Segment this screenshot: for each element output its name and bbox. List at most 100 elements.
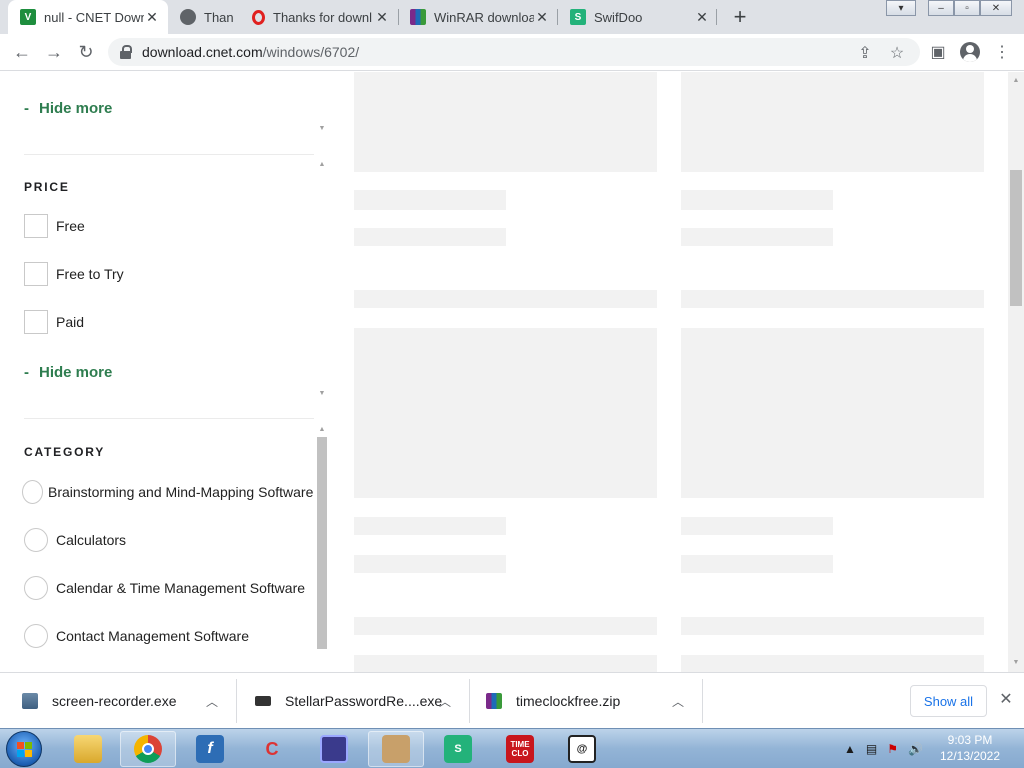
download-item[interactable]: screen-recorder.exe ︿ — [22, 673, 236, 729]
close-icon[interactable]: ✕ — [534, 9, 550, 25]
tab-cnet[interactable]: V null - CNET Down ✕ — [8, 0, 168, 34]
ccleaner-icon[interactable]: C — [244, 731, 300, 767]
collapse-dash-icon: - — [24, 364, 29, 381]
scrollbar-thumb[interactable] — [1010, 170, 1022, 306]
network-icon[interactable]: ▤ — [866, 742, 877, 756]
page-scrollbar[interactable]: ▲ ▼ — [1008, 72, 1024, 672]
show-all-button[interactable]: Show all — [910, 685, 987, 717]
scrollbar-thumb[interactable] — [317, 437, 327, 649]
bookmark-star-icon[interactable]: ☆ — [888, 44, 906, 62]
winrar-icon — [410, 9, 426, 25]
category-option-calendar[interactable]: Calendar & Time Management Software — [24, 576, 305, 600]
window-controls: – ▫ ✕ — [928, 0, 1012, 18]
tab-than[interactable]: Than — [172, 0, 240, 34]
radio-button[interactable] — [24, 528, 48, 552]
profile-button[interactable] — [958, 40, 982, 64]
fiddler-icon[interactable]: f — [182, 731, 238, 767]
side-panel-icon[interactable]: ▣ — [926, 40, 950, 64]
chevron-up-icon[interactable]: ︿ — [206, 693, 218, 710]
price-option-free[interactable]: Free — [24, 214, 85, 238]
checkbox[interactable] — [24, 214, 48, 238]
new-tab-button[interactable]: + — [728, 4, 752, 29]
price-option-paid[interactable]: Paid — [24, 310, 84, 334]
tab-swifdoo[interactable]: S SwifDoo ✕ — [562, 0, 714, 34]
swifdoo-pdf-icon[interactable]: S — [430, 731, 486, 767]
tab-winrar[interactable]: WinRAR downloa ✕ — [402, 0, 554, 34]
processor-app-icon[interactable] — [306, 731, 362, 767]
tab-strip: V null - CNET Down ✕ Than Thanks for dow… — [0, 0, 1024, 34]
divider — [24, 418, 314, 419]
scroll-down-arrow-icon[interactable]: ▼ — [315, 387, 329, 399]
option-label: Brainstorming and Mind-Mapping Software — [48, 484, 314, 500]
minimize-button[interactable]: – — [928, 0, 954, 16]
scroll-down-arrow-icon[interactable]: ▼ — [1009, 656, 1023, 668]
skeleton-card-image — [681, 328, 984, 498]
ccleaner-glyph: C — [265, 738, 279, 759]
skeleton-line — [354, 517, 506, 535]
chevron-up-icon[interactable]: ︿ — [672, 693, 684, 710]
back-button[interactable]: ← — [10, 40, 34, 64]
address-bar[interactable]: download.cnet.com/windows/6702/ ⇪ ☆ — [108, 38, 920, 66]
checkbox[interactable] — [24, 262, 48, 286]
category-option-contact-management[interactable]: Contact Management Software — [24, 624, 249, 648]
package-installer-icon[interactable] — [368, 731, 424, 767]
share-icon[interactable]: ⇪ — [856, 44, 874, 62]
close-icon[interactable]: ✕ — [144, 9, 160, 25]
tab-thanks[interactable]: Thanks for downl ✕ — [246, 0, 394, 34]
start-button[interactable] — [6, 731, 42, 767]
chrome-icon[interactable] — [120, 731, 176, 767]
skeleton-line — [681, 290, 984, 308]
chevron-up-icon[interactable]: ︿ — [439, 693, 451, 710]
option-label: Paid — [56, 314, 85, 330]
scroll-down-arrow-icon[interactable]: ▼ — [315, 122, 329, 134]
taskbar-clock[interactable]: 9:03 PM 12/13/2022 — [930, 732, 1010, 764]
tab-search-button[interactable]: ▾ — [886, 0, 916, 18]
radio-button[interactable] — [24, 576, 48, 600]
volume-icon[interactable]: 🔊 — [908, 742, 923, 756]
lock-icon[interactable] — [120, 45, 132, 59]
url-text: download.cnet.com/windows/6702/ — [142, 44, 359, 60]
reload-button[interactable]: ↻ — [74, 40, 98, 64]
folder-glyph — [74, 735, 102, 763]
section-scrollbar[interactable]: ▲ ▼ — [315, 156, 329, 402]
browser-toolbar: ← → ↻ download.cnet.com/windows/6702/ ⇪ … — [0, 34, 1024, 71]
timeclock-icon[interactable]: TIME CLO — [492, 731, 548, 767]
divider — [24, 154, 314, 155]
filter-section-previous: - Hide more ▼ — [0, 72, 330, 138]
scroll-up-arrow-icon[interactable]: ▲ — [315, 423, 329, 435]
price-option-free-to-try[interactable]: Free to Try — [24, 262, 124, 286]
skeleton-line — [354, 290, 657, 308]
section-scrollbar[interactable]: ▼ — [315, 72, 329, 138]
checkbox[interactable] — [24, 310, 48, 334]
tab-separator — [716, 9, 717, 25]
file-explorer-icon[interactable] — [60, 731, 116, 767]
close-window-button[interactable]: ✕ — [980, 0, 1012, 16]
close-icon[interactable]: ✕ — [374, 9, 390, 25]
section-scrollbar[interactable]: ▲ — [315, 420, 329, 672]
kebab-menu-icon[interactable]: ⋮ — [990, 40, 1014, 64]
scroll-up-arrow-icon[interactable]: ▲ — [1009, 74, 1023, 86]
tab-title: SwifDoo — [594, 9, 643, 25]
filter-section-price: PRICE Free Free to Try Paid - Hide more … — [0, 156, 330, 402]
close-icon[interactable]: ✕ — [694, 9, 710, 25]
scroll-up-arrow-icon[interactable]: ▲ — [315, 158, 329, 170]
skeleton-card-image — [354, 72, 657, 172]
action-center-icon[interactable]: ⚑ — [887, 742, 898, 756]
category-option-brainstorming[interactable]: Brainstorming and Mind-Mapping Software — [22, 480, 313, 504]
show-hidden-icons-icon[interactable]: ▲ — [844, 742, 856, 756]
forward-button[interactable]: → — [42, 40, 66, 64]
close-icon[interactable]: ✕ — [996, 689, 1016, 709]
skeleton-line — [681, 555, 833, 573]
installer-icon — [22, 693, 38, 709]
option-label: Free to Try — [56, 266, 124, 282]
swifdoo-icon: S — [570, 9, 586, 25]
email-app-icon[interactable]: @ — [554, 731, 610, 767]
category-option-calculators[interactable]: Calculators — [24, 528, 126, 552]
hide-more-link[interactable]: - Hide more — [24, 364, 112, 381]
radio-button[interactable] — [22, 480, 43, 504]
download-item[interactable]: timeclockfree.zip ︿ — [486, 673, 702, 729]
radio-button[interactable] — [24, 624, 48, 648]
download-item[interactable]: StellarPasswordRe....exe ︿ — [255, 673, 469, 729]
hide-more-link[interactable]: - Hide more — [24, 100, 112, 117]
maximize-button[interactable]: ▫ — [954, 0, 980, 16]
